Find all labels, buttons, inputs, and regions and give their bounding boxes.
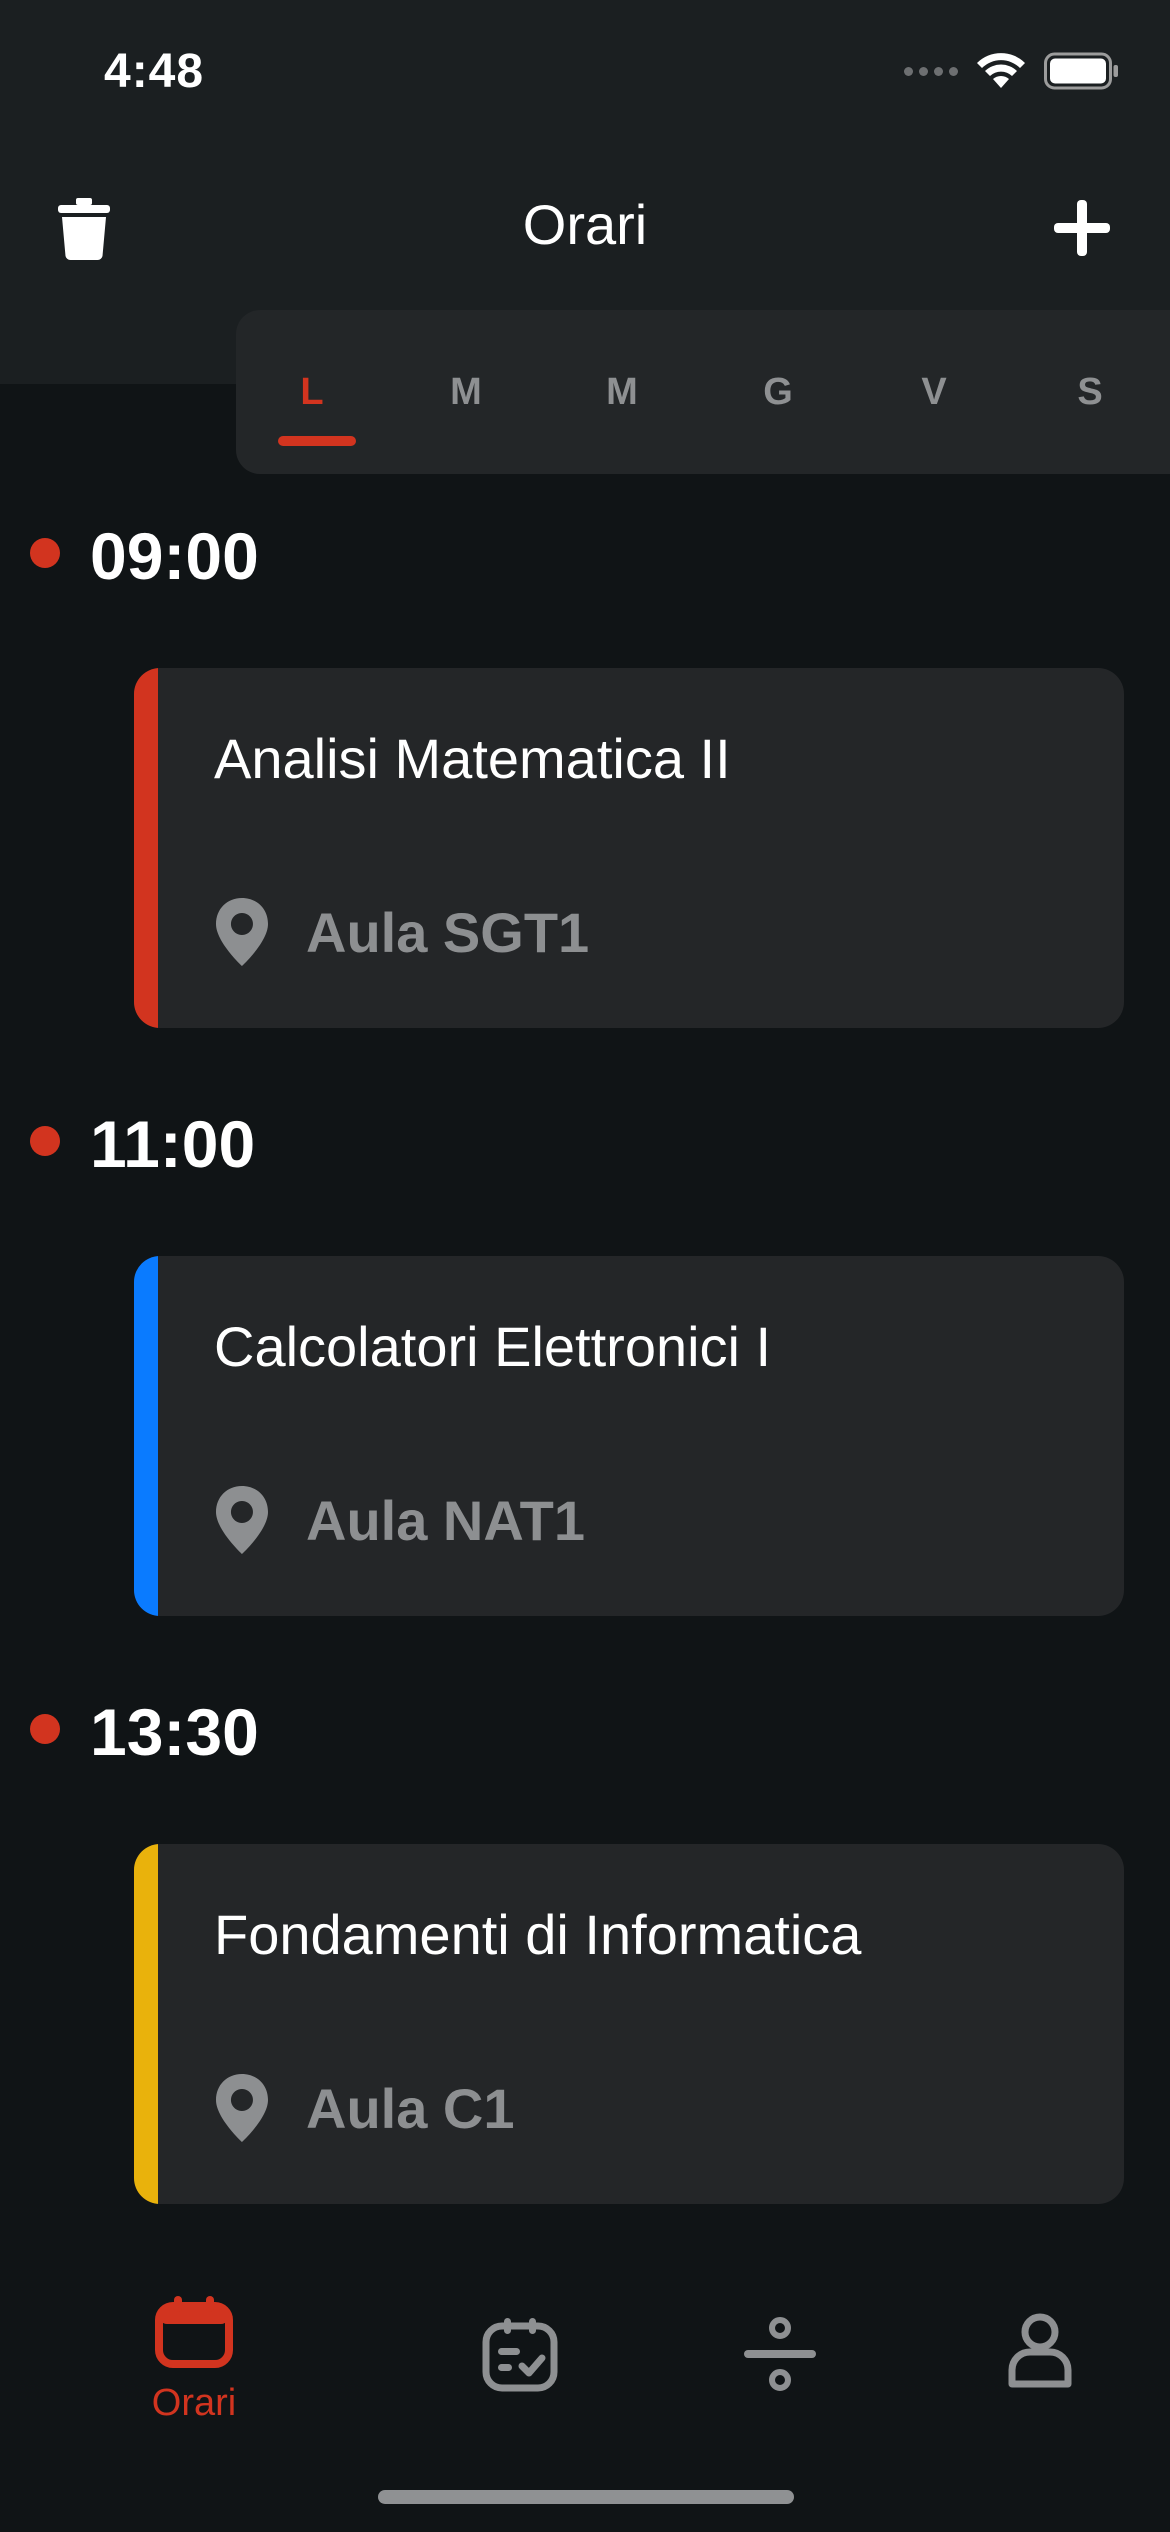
tab-media[interactable] (690, 2280, 870, 2440)
active-day-indicator (278, 436, 356, 446)
exam-clipboard-icon (482, 2318, 558, 2392)
wifi-icon (977, 53, 1025, 88)
timeline-dot (30, 1714, 60, 1744)
course-title: Calcolatori Elettronici I (214, 1315, 772, 1378)
add-course-button[interactable] (1050, 196, 1114, 260)
time-slot-header: 13:30 (0, 1688, 1170, 1769)
time-slot-header: 11:00 (0, 1100, 1170, 1181)
location-pin-icon (216, 2074, 268, 2142)
day-tab-sabato[interactable]: S (1020, 310, 1160, 474)
nav-bar: Orari (0, 180, 1170, 270)
location-pin-icon (216, 1486, 268, 1554)
time-label: 11:00 (90, 1107, 256, 1181)
course-location: Aula SGT1 (214, 896, 589, 968)
day-picker: L M M G V S (236, 310, 1170, 474)
location-pin-icon (216, 898, 268, 966)
course-location: Aula C1 (214, 2072, 515, 2144)
course-card[interactable]: Fondamenti di Informatica Aula C1 (134, 1844, 1124, 2204)
timeline-dot (30, 1126, 60, 1156)
cellular-signal-icon (904, 66, 958, 76)
schedule-screen: 4:48 Orari L M M G V S 09:00 Analisi Mat… (0, 0, 1170, 2532)
home-indicator (378, 2490, 794, 2504)
tab-label: Orari (151, 2382, 237, 2424)
course-location: Aula NAT1 (214, 1484, 585, 1556)
time-label: 09:00 (90, 519, 259, 593)
battery-icon (1044, 52, 1118, 90)
course-title: Fondamenti di Informatica (214, 1903, 862, 1966)
time-label: 13:30 (90, 1695, 259, 1769)
divide-icon (744, 2317, 816, 2391)
tab-esami[interactable] (430, 2280, 610, 2440)
room-label: Aula NAT1 (306, 1488, 585, 1552)
tab-orari[interactable]: Orari (104, 2280, 284, 2440)
status-time: 4:48 (104, 45, 205, 98)
timeline-dot (30, 538, 60, 568)
time-slot-header: 09:00 (0, 512, 1170, 593)
day-tab-giovedi[interactable]: G (708, 310, 848, 474)
page-title: Orari (522, 193, 648, 256)
calendar-icon (155, 2296, 233, 2368)
room-label: Aula SGT1 (306, 900, 590, 964)
course-color-bar (134, 1844, 158, 2204)
course-color-bar (134, 668, 158, 1028)
plus-icon (1054, 200, 1110, 256)
course-card[interactable]: Calcolatori Elettronici I Aula NAT1 (134, 1256, 1124, 1616)
course-color-bar (134, 1256, 158, 1616)
day-tab-venerdi[interactable]: V (864, 310, 1004, 474)
course-title: Analisi Matematica II (214, 727, 731, 790)
room-label: Aula C1 (306, 2076, 515, 2140)
course-card[interactable]: Analisi Matematica II Aula SGT1 (134, 668, 1124, 1028)
day-tab-mercoledi[interactable]: M (552, 310, 692, 474)
profile-icon (1008, 2313, 1072, 2388)
day-tab-martedi[interactable]: M (396, 310, 536, 474)
day-tab-lunedi[interactable]: L (242, 310, 382, 474)
status-icons (904, 52, 1120, 90)
tab-profilo[interactable] (950, 2280, 1130, 2440)
